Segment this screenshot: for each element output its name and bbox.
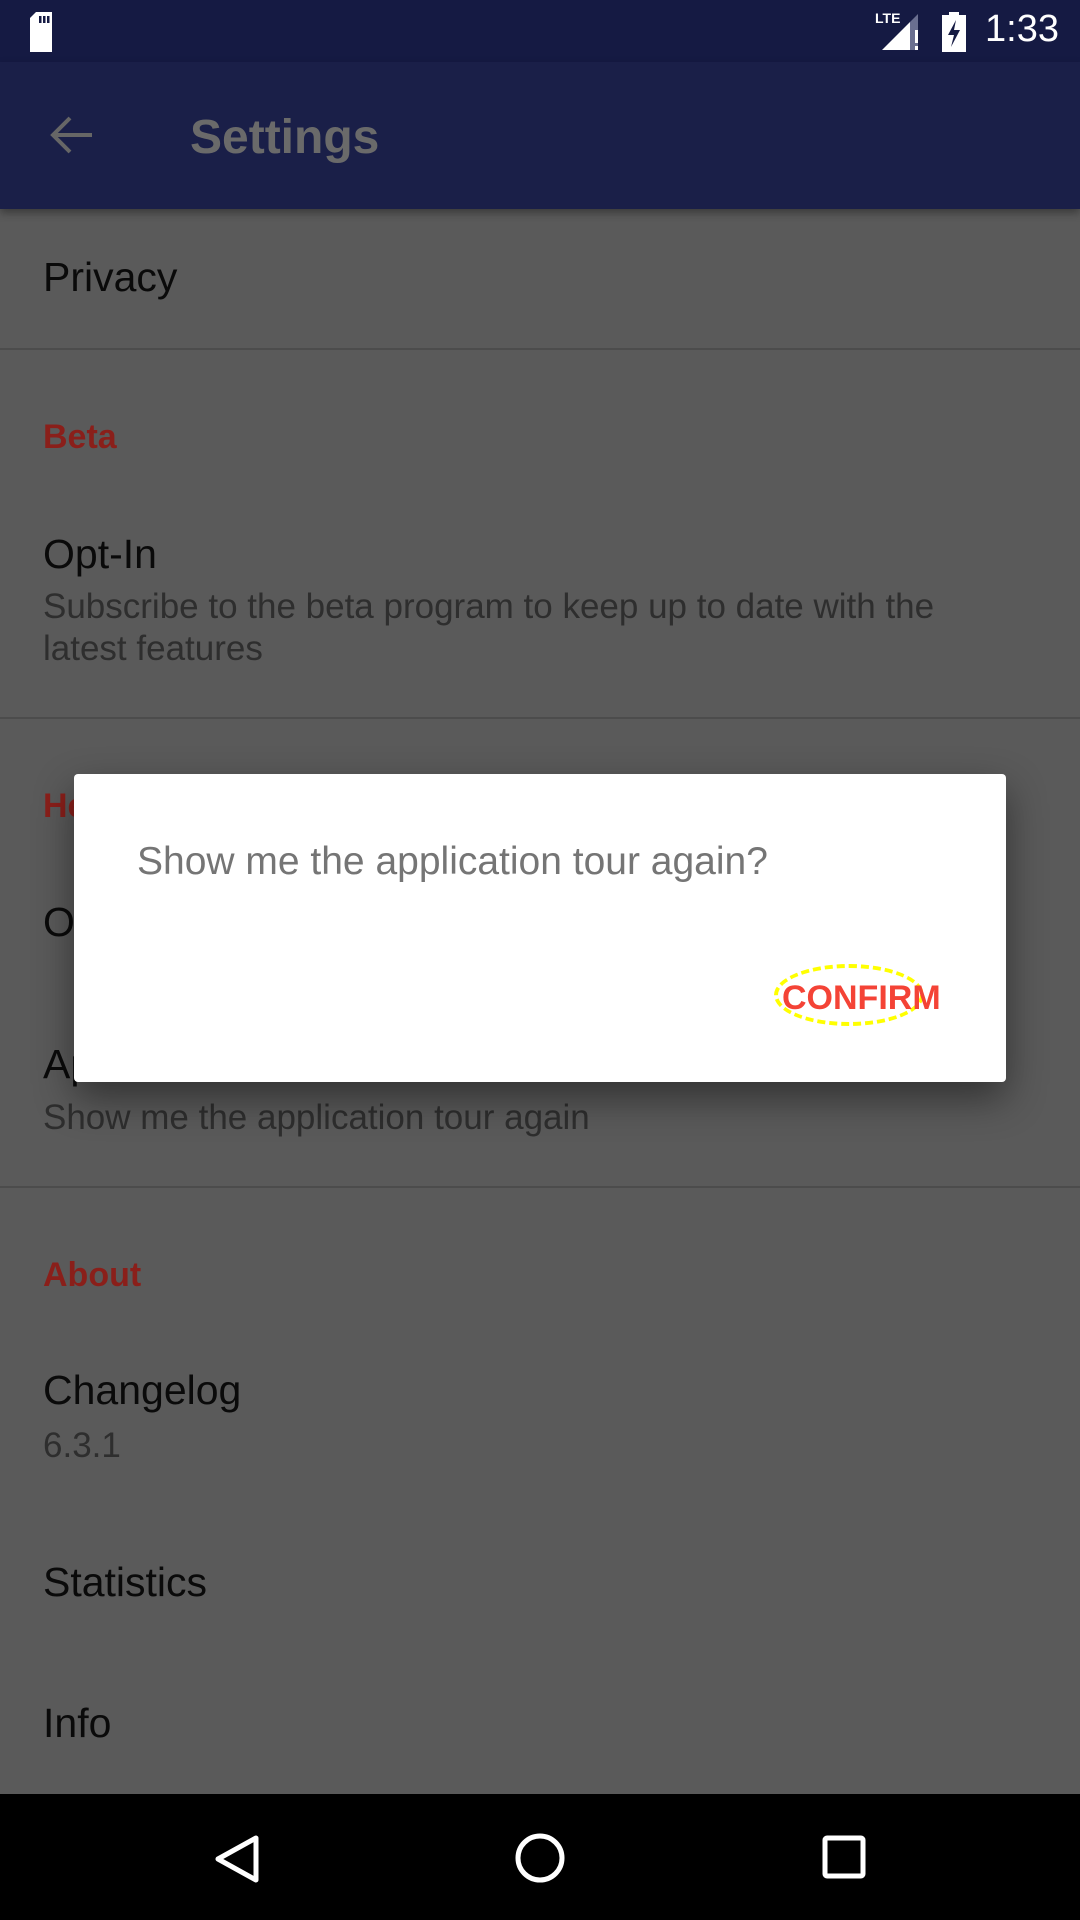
home-nav-icon[interactable] (514, 1832, 566, 1884)
sd-card-icon (30, 12, 52, 52)
page-title: Settings (190, 111, 380, 164)
optin-title[interactable]: Opt-In (43, 531, 157, 578)
toolbar: Settings (0, 62, 1080, 209)
divider (0, 348, 1080, 350)
battery-charging-icon (942, 12, 966, 52)
beta-header: Beta (43, 418, 117, 456)
about-header: About (43, 1256, 142, 1294)
divider (0, 1186, 1080, 1188)
dialog-message: Show me the application tour again? (137, 840, 768, 883)
changelog-title[interactable]: Changelog (43, 1367, 241, 1414)
list-item-o[interactable]: O (43, 899, 75, 946)
confirm-button[interactable]: CONFIRM (782, 979, 941, 1018)
privacy-item[interactable]: Privacy (43, 254, 177, 301)
navigation-bar (0, 1794, 1080, 1920)
changelog-version: 6.3.1 (43, 1426, 121, 1465)
info-item[interactable]: Info (43, 1700, 111, 1747)
clock: 1:33 (985, 8, 1059, 50)
back-nav-icon[interactable] (214, 1834, 260, 1884)
app-tour-summary: Show me the application tour again (43, 1098, 590, 1137)
divider (0, 717, 1080, 719)
confirm-dialog: Show me the application tour again? CONF… (74, 774, 1006, 1082)
back-arrow-icon[interactable] (48, 114, 96, 156)
statistics-item[interactable]: Statistics (43, 1559, 207, 1606)
signal-icon (882, 14, 918, 50)
recents-nav-icon[interactable] (822, 1835, 866, 1879)
optin-summary: Subscribe to the beta program to keep up… (43, 587, 935, 668)
status-bar: LTE 1:33 (0, 0, 1080, 62)
